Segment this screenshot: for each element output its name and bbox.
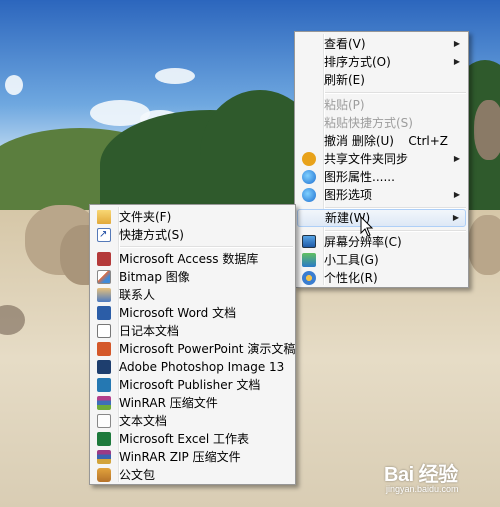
- menu-item-label: 日记本文档: [119, 324, 180, 338]
- menu-item-label: Bitmap 图像: [119, 270, 190, 284]
- menu-separator: [120, 246, 293, 248]
- menu-item-label: 文件夹(F): [119, 210, 172, 224]
- graphics-properties-icon: [302, 170, 316, 184]
- menu-item-label: WinRAR ZIP 压缩文件: [119, 450, 241, 464]
- menu-item-label: 刷新(E): [324, 73, 365, 87]
- menu-item-gadgets[interactable]: 小工具(G): [297, 251, 466, 269]
- menu-item-screen-resolution[interactable]: 屏幕分辨率(C): [297, 233, 466, 251]
- cloud: [155, 68, 195, 84]
- menu-item-graphics-options[interactable]: 图形选项 ▶: [297, 186, 466, 204]
- menu-item-label: Microsoft Word 文档: [119, 306, 237, 320]
- menu-item-label: 图形选项: [324, 188, 373, 202]
- menu-item-new[interactable]: 新建(W) ▶: [297, 209, 466, 227]
- publisher-icon: [97, 378, 111, 392]
- new-item-publisher-document[interactable]: Microsoft Publisher 文档: [92, 376, 293, 394]
- new-item-shortcut[interactable]: 快捷方式(S): [92, 226, 293, 244]
- new-item-access-database[interactable]: Microsoft Access 数据库: [92, 250, 293, 268]
- new-item-briefcase[interactable]: 公文包: [92, 466, 293, 484]
- menu-item-label: Microsoft Access 数据库: [119, 252, 259, 266]
- word-icon: [97, 306, 111, 320]
- gadgets-icon: [302, 253, 316, 267]
- menu-item-label: 共享文件夹同步: [324, 152, 409, 166]
- watermark-url: jingyan.baidu.com: [386, 484, 459, 494]
- rock: [474, 100, 500, 160]
- cloud: [5, 75, 23, 95]
- menu-item-label: 联系人: [119, 288, 156, 302]
- menu-item-label: 粘贴快捷方式(S): [324, 116, 413, 130]
- new-item-contact[interactable]: 联系人: [92, 286, 293, 304]
- new-submenu: 文件夹(F) 快捷方式(S) Microsoft Access 数据库 Bitm…: [89, 204, 296, 485]
- winrar-icon: [97, 396, 111, 410]
- briefcase-icon: [97, 468, 111, 482]
- menu-item-label: 撤消 删除(U): [324, 134, 394, 148]
- submenu-arrow-icon: ▶: [453, 57, 460, 66]
- submenu-arrow-icon: ▶: [452, 213, 459, 222]
- mouse-pointer-icon: [360, 216, 374, 237]
- menu-item-undo-delete[interactable]: 撤消 删除(U) Ctrl+Z: [297, 132, 466, 150]
- submenu-arrow-icon: ▶: [453, 154, 460, 163]
- new-item-word-document[interactable]: Microsoft Word 文档: [92, 304, 293, 322]
- menu-item-label: Microsoft PowerPoint 演示文稿: [119, 342, 296, 356]
- menu-item-label: Microsoft Publisher 文档: [119, 378, 261, 392]
- photoshop-icon: [97, 360, 111, 374]
- menu-item-label: Adobe Photoshop Image 13: [119, 360, 285, 374]
- menu-item-paste-shortcut[interactable]: 粘贴快捷方式(S): [297, 114, 466, 132]
- menu-item-label: 排序方式(O): [324, 55, 391, 69]
- menu-item-label: 快捷方式(S): [119, 228, 184, 242]
- menu-item-label: 小工具(G): [324, 253, 379, 267]
- menu-item-graphics-properties[interactable]: 图形属性......: [297, 168, 466, 186]
- submenu-arrow-icon: ▶: [453, 39, 460, 48]
- menu-item-label: 个性化(R): [324, 271, 378, 285]
- new-item-bitmap[interactable]: Bitmap 图像: [92, 268, 293, 286]
- menu-item-label: 查看(V): [324, 37, 366, 51]
- new-item-winrar-archive[interactable]: WinRAR 压缩文件: [92, 394, 293, 412]
- access-icon: [97, 252, 111, 266]
- menu-separator: [325, 230, 466, 232]
- personalize-icon: [302, 271, 316, 285]
- new-item-powerpoint[interactable]: Microsoft PowerPoint 演示文稿: [92, 340, 296, 358]
- watermark-logo-text: Bai 经验: [384, 464, 458, 486]
- new-item-photoshop-image[interactable]: Adobe Photoshop Image 13: [92, 358, 293, 376]
- text-document-icon: [97, 414, 111, 428]
- new-item-journal-document[interactable]: 日记本文档: [92, 322, 293, 340]
- shortcut-icon: [97, 226, 111, 244]
- powerpoint-icon: [97, 342, 111, 356]
- contact-icon: [97, 288, 111, 302]
- menu-item-refresh[interactable]: 刷新(E): [297, 71, 466, 89]
- desktop-context-menu: 查看(V) ▶ 排序方式(O) ▶ 刷新(E) 粘贴(P) 粘贴快捷方式(S) …: [294, 31, 469, 288]
- menu-item-label: 图形属性......: [324, 170, 395, 184]
- menu-separator: [325, 92, 466, 94]
- bitmap-icon: [97, 270, 111, 284]
- excel-icon: [97, 432, 111, 446]
- menu-item-label: 文本文档: [119, 414, 168, 428]
- screen-resolution-icon: [302, 235, 316, 248]
- new-item-winrar-zip[interactable]: WinRAR ZIP 压缩文件: [92, 448, 293, 466]
- menu-item-shared-folder-sync[interactable]: 共享文件夹同步 ▶: [297, 150, 466, 168]
- baidu-jingyan-watermark: Bai 经验 jingyan.baidu.com: [384, 458, 459, 494]
- graphics-options-icon: [302, 188, 316, 202]
- menu-item-sort-by[interactable]: 排序方式(O) ▶: [297, 53, 466, 71]
- winrar-zip-icon: [97, 450, 111, 464]
- rock: [468, 215, 500, 275]
- menu-item-shortcut: Ctrl+Z: [408, 134, 448, 148]
- menu-item-personalize[interactable]: 个性化(R): [297, 269, 466, 287]
- menu-item-paste[interactable]: 粘贴(P): [297, 96, 466, 114]
- menu-item-label: Microsoft Excel 工作表: [119, 432, 250, 446]
- submenu-arrow-icon: ▶: [453, 190, 460, 199]
- menu-item-label: 公文包: [119, 468, 156, 482]
- menu-item-label: WinRAR 压缩文件: [119, 396, 218, 410]
- sync-icon: [302, 152, 316, 166]
- menu-item-view[interactable]: 查看(V) ▶: [297, 35, 466, 53]
- new-item-text-document[interactable]: 文本文档: [92, 412, 293, 430]
- new-item-folder[interactable]: 文件夹(F): [92, 208, 293, 226]
- menu-item-label: 粘贴(P): [324, 98, 365, 112]
- journal-icon: [97, 324, 111, 338]
- new-item-excel-worksheet[interactable]: Microsoft Excel 工作表: [92, 430, 293, 448]
- folder-icon: [97, 210, 111, 224]
